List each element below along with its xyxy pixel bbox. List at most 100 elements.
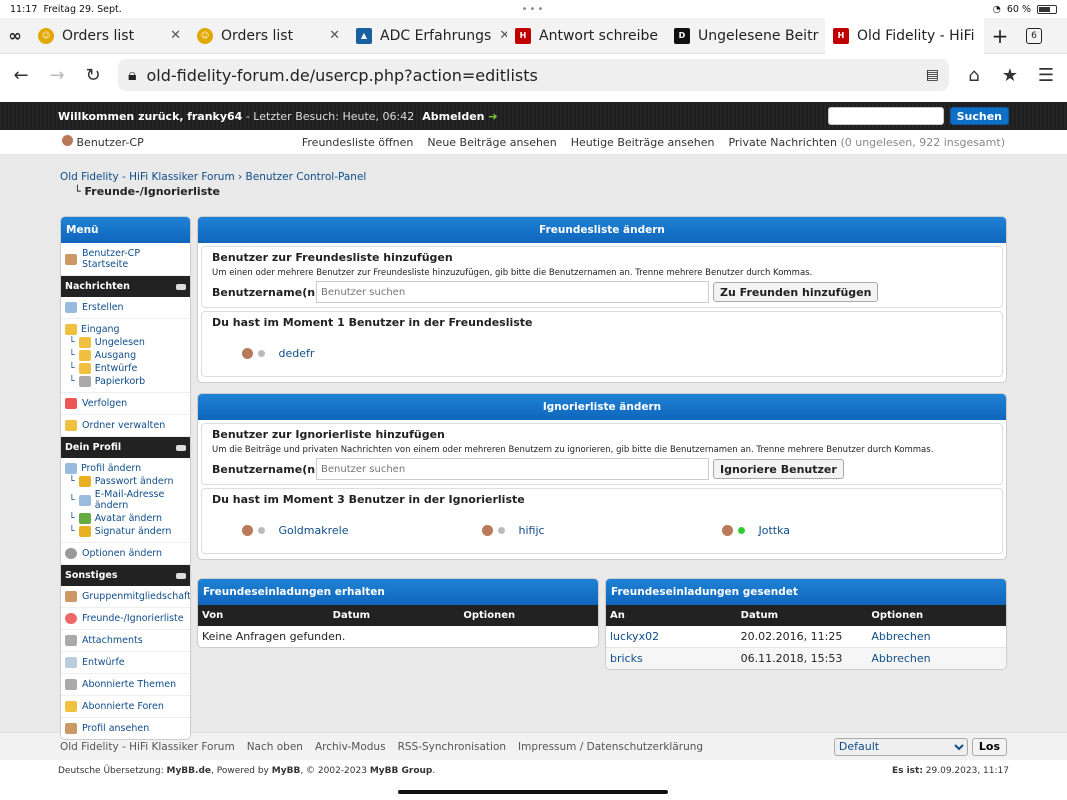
last-visit: - Letzter Besuch: Heute, 06:42 — [245, 109, 415, 123]
search-input[interactable] — [827, 107, 944, 125]
sidebar-item-options[interactable]: Optionen ändern — [61, 543, 190, 565]
add-friend-button[interactable]: Zu Freunden hinzufügen — [713, 282, 879, 302]
sidebar-item-email[interactable]: └ E-Mail-Adresse ändern — [61, 488, 190, 512]
mybbde-link[interactable]: MyBB.de — [166, 766, 211, 776]
sidebar-item-friends[interactable]: Freunde-/Ignorierliste — [61, 608, 190, 630]
breadcrumb[interactable]: Old Fidelity - HiFi Klassiker Forum › Be… — [60, 171, 1007, 183]
sidebar-item-unread[interactable]: └ Ungelesen — [61, 336, 190, 349]
tag-icon — [65, 679, 77, 690]
trash-icon — [78, 376, 91, 387]
sidebar-category-messages[interactable]: Nachrichten — [61, 276, 190, 297]
folder-icon — [78, 337, 91, 348]
usercp-link[interactable]: Benutzer-CP — [62, 135, 144, 149]
friend-user[interactable]: dedefr — [242, 347, 482, 360]
ignore-user-button[interactable]: Ignoriere Benutzer — [713, 459, 844, 479]
footer-link-imprint[interactable]: Impressum / Datenschutzerklärung — [518, 741, 703, 753]
cancel-link[interactable]: Abbrechen — [871, 652, 930, 665]
friends-panel: Freundesliste ändern Benutzer zur Freund… — [197, 216, 1007, 383]
ignored-user[interactable]: Goldmakrele — [242, 524, 482, 537]
sidebar-item-password[interactable]: └ Passwort ändern — [61, 475, 190, 488]
envelope-icon — [78, 494, 91, 506]
sidebar-item-trash[interactable]: └ Papierkorb — [61, 375, 190, 388]
incognito-icon[interactable]: ∞ — [0, 26, 30, 45]
go-button[interactable]: Los — [971, 737, 1007, 756]
sidebar-item-signature[interactable]: └ Signatur ändern — [61, 525, 190, 538]
logout-link[interactable]: Abmelden — [422, 110, 497, 123]
ignored-user[interactable]: Jottka — [722, 524, 962, 537]
footer-link-top[interactable]: Nach oben — [247, 741, 303, 753]
new-posts-link[interactable]: Neue Beiträge ansehen — [427, 136, 556, 149]
welcome-text: Willkommen zurück, — [58, 109, 184, 123]
heart-icon — [65, 613, 77, 624]
tab-2[interactable]: ▲ ADC Erfahrungs ✕ — [348, 18, 507, 54]
sidebar-item-inbox[interactable]: Eingang — [61, 323, 190, 336]
home-indicator[interactable] — [398, 790, 668, 794]
folder-icon — [78, 363, 91, 374]
ignore-username-input[interactable] — [316, 458, 709, 480]
sidebar-item-drafts[interactable]: Entwürfe — [61, 652, 190, 674]
footer-link-forum[interactable]: Old Fidelity - HiFi Klassiker Forum — [60, 741, 235, 753]
image-icon — [78, 513, 91, 524]
sidebar-category-profile[interactable]: Dein Profil — [61, 437, 190, 458]
sidebar-item-outbox[interactable]: └ Ausgang — [61, 349, 190, 362]
more-dots-icon[interactable]: ••• — [522, 4, 546, 15]
private-messages-link[interactable]: Private Nachrichten (0 ungelesen, 922 in… — [728, 136, 1005, 149]
oldhifi-logo-icon: H — [515, 27, 531, 44]
sidebar-item-drafts-folder[interactable]: └ Entwürfe — [61, 362, 190, 375]
new-tab-icon[interactable]: + — [984, 24, 1016, 48]
tab-3[interactable]: HAntwort schreibe✕ — [507, 18, 666, 54]
sidebar-item-attachments[interactable]: Attachments — [61, 630, 190, 652]
tab-1[interactable]: ☺ Orders list ✕ — [189, 18, 348, 54]
todays-posts-link[interactable]: Heutige Beiträge ansehen — [571, 136, 715, 149]
footer-link-archive[interactable]: Archiv-Modus — [315, 741, 386, 753]
pencil-icon — [78, 526, 91, 537]
mybb-link[interactable]: MyBB — [272, 766, 301, 776]
open-friends-link[interactable]: Freundesliste öffnen — [302, 136, 413, 149]
footer-link-rss[interactable]: RSS-Synchronisation — [398, 741, 506, 753]
mybb-group-link[interactable]: MyBB Group — [370, 766, 433, 776]
forum-header: Willkommen zurück, franky64 - Letzter Be… — [0, 102, 1067, 130]
sidebar-item-start[interactable]: Benutzer-CP Startseite — [61, 243, 190, 276]
sidebar-item-groups[interactable]: Gruppenmitgliedschaften — [61, 586, 190, 608]
close-icon[interactable]: ✕ — [329, 28, 340, 43]
sidebar-item-subscribed-threads[interactable]: Abonnierte Themen — [61, 674, 190, 696]
recipient-link[interactable]: luckyx02 — [610, 630, 659, 643]
username[interactable]: franky64 — [187, 110, 242, 123]
close-icon[interactable]: ✕ — [983, 28, 984, 43]
online-status-icon — [738, 527, 745, 534]
back-icon[interactable]: ← — [10, 65, 32, 86]
ignored-user[interactable]: hifijc — [482, 524, 722, 537]
close-icon[interactable]: ✕ — [499, 28, 507, 43]
tab-4[interactable]: DUngelesene Beitr✕ — [666, 18, 825, 54]
sidebar-item-track[interactable]: Verfolgen — [61, 393, 190, 415]
friends-username-input[interactable] — [316, 281, 709, 303]
sidebar-category-other[interactable]: Sonstiges — [61, 565, 190, 586]
home-icon — [65, 253, 77, 265]
sidebar-item-manage-folders[interactable]: Ordner verwalten — [61, 415, 190, 437]
url-field[interactable]: 🔒︎ old-fidelity-forum.de/usercp.php?actio… — [118, 59, 949, 91]
bookmark-star-icon[interactable]: ★ — [999, 65, 1021, 86]
close-icon[interactable]: ✕ — [170, 28, 181, 43]
forward-icon[interactable]: → — [46, 65, 68, 86]
reader-icon[interactable]: ▤ — [926, 67, 939, 83]
user-icon — [65, 723, 77, 734]
home-icon[interactable]: ⌂ — [963, 65, 985, 86]
menu-icon[interactable]: ☰ — [1035, 65, 1057, 86]
sidebar-item-avatar[interactable]: └ Avatar ändern — [61, 512, 190, 525]
cancel-link[interactable]: Abbrechen — [871, 630, 930, 643]
search-button[interactable]: Suchen — [949, 107, 1009, 125]
received-title: Freundeseinladungen erhalten — [198, 579, 598, 605]
sidebar-item-compose[interactable]: Erstellen — [61, 297, 190, 319]
tab-0[interactable]: ☺ Orders list ✕ — [30, 18, 189, 54]
offline-status-icon — [498, 527, 505, 534]
recipient-link[interactable]: bricks — [610, 652, 643, 665]
sidebar-item-edit-profile[interactable]: Profil ändern — [61, 462, 190, 475]
smiley-icon: ☺ — [38, 27, 54, 44]
tab-count[interactable]: 6 — [1026, 27, 1042, 44]
tab-5[interactable]: HOld Fidelity - HiFi✕ — [825, 17, 984, 54]
sidebar-item-view-profile[interactable]: Profil ansehen — [61, 718, 190, 739]
sidebar-item-subscribed-forums[interactable]: Abonnierte Foren — [61, 696, 190, 718]
reload-icon[interactable]: ↻ — [82, 65, 104, 86]
empty-message: Keine Anfragen gefunden. — [202, 630, 346, 643]
theme-select[interactable]: Default — [833, 737, 968, 756]
